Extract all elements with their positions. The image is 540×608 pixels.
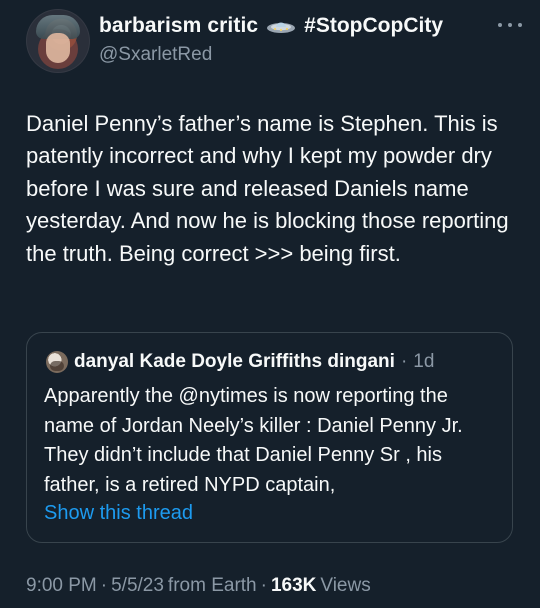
tweet-metadata: 9:00 PM · 5/5/23 from Earth · 163K Views <box>26 575 371 597</box>
separator-dot: · <box>260 575 267 596</box>
quoted-tweet-text: Apparently the @nytimes is now reporting… <box>44 385 463 496</box>
author-hashtag[interactable]: #StopCopCity <box>304 14 443 38</box>
separator-dot: · <box>100 575 108 596</box>
tweet-time[interactable]: 9:00 PM <box>26 575 97 597</box>
quoted-tweet-header: danyal Kade Doyle Griffiths dingani · 1d <box>46 351 434 373</box>
views-count[interactable]: 163K <box>271 575 316 597</box>
quoted-author-avatar[interactable] <box>46 351 68 373</box>
avatar-face <box>46 33 70 63</box>
author-handle[interactable]: @SxarletRed <box>99 44 212 66</box>
flying-saucer-icon <box>266 17 296 35</box>
views-label: Views <box>320 575 371 596</box>
tweet-text: Daniel Penny’s father’s name is Stephen.… <box>26 111 509 266</box>
dot-icon <box>518 23 522 27</box>
separator-dot: · <box>400 351 408 372</box>
profile-avatar[interactable] <box>26 9 90 73</box>
author-name-row[interactable]: barbarism critic #StopCopCity <box>99 14 443 38</box>
dot-icon <box>508 23 512 27</box>
dot-icon <box>498 23 502 27</box>
author-display-name[interactable]: barbarism critic <box>99 14 258 38</box>
quoted-tweet-time[interactable]: 1d <box>413 351 434 373</box>
more-options-button[interactable] <box>498 20 522 30</box>
show-thread-link[interactable]: Show this thread <box>44 502 193 525</box>
tweet-source: from Earth <box>167 575 257 596</box>
quoted-author-name[interactable]: danyal Kade Doyle Griffiths dingani <box>74 351 395 373</box>
quoted-tweet-card[interactable]: danyal Kade Doyle Griffiths dingani · 1d… <box>26 332 513 543</box>
tweet-date[interactable]: 5/5/23 <box>111 575 164 597</box>
